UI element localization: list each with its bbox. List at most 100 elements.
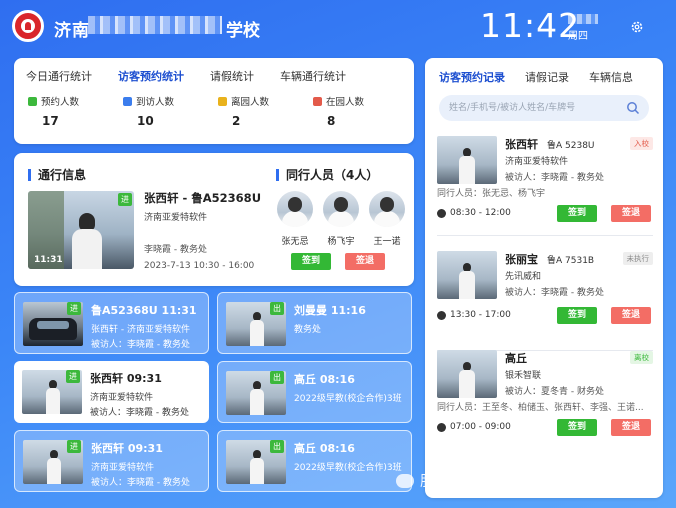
stat-left: 离园人数 2 (218, 94, 313, 128)
record-host: 被访人：夏冬青 - 财务处 (505, 387, 604, 397)
companion-name: 王一诺 (373, 237, 401, 247)
card-line-1: 2022级早教(校企合作)3班 (294, 463, 402, 473)
checkin-button[interactable]: 签到 (557, 307, 597, 324)
visit-date: 2023-7-13 10:30 - 16:00 (144, 261, 255, 271)
checkout-button[interactable]: 签退 (611, 205, 651, 222)
record-name: 高丘 (505, 352, 527, 365)
record-companions: 同行人员：张无忌、杨飞宇 (437, 189, 546, 199)
exit-tag: 出 (270, 440, 284, 453)
traffic-card[interactable]: 进 张西轩 09:31 济南亚爱特软件 被访人：李晓霞 - 教务处 (14, 430, 209, 492)
card-title: 张西轩 09:31 (90, 372, 162, 385)
checkin-button[interactable]: 签到 (291, 253, 331, 270)
clock-icon (437, 208, 446, 218)
status-badge: 离校 (630, 351, 653, 364)
companion: 张无忌 (276, 191, 314, 247)
tab-leave-stats[interactable]: 请假统计 (210, 68, 254, 84)
tab-leave-records[interactable]: 请假记录 (525, 69, 569, 85)
tab-today-traffic[interactable]: 今日通行统计 (26, 68, 92, 84)
record-plate: 鲁A 5238U (547, 141, 595, 151)
record-plate: 鲁A 7531B (547, 256, 595, 266)
date-mosaic (568, 14, 598, 24)
watermark: 服务号 · 校保-校园安全大脑 (396, 470, 599, 491)
checkout-button[interactable]: 签退 (345, 253, 385, 270)
search-input[interactable] (449, 100, 619, 116)
visitor-company: 济南亚爱特软件 (144, 213, 208, 223)
stats-tabs: 今日通行统计 访客预约统计 请假统计 车辆通行统计 (26, 68, 346, 84)
clock-icon (437, 310, 446, 320)
search-box (439, 95, 649, 121)
card-title: 刘曼曼 11:16 (294, 304, 366, 317)
traffic-card[interactable]: 出 高丘 08:16 2022级早教(校企合作)3班 (217, 361, 412, 423)
record-item[interactable]: 张西轩 鲁A 5238U 入校 济南亚爱特软件 被访人：李晓霞 - 教务处 同行… (437, 136, 653, 236)
card-line-1: 教务处 (294, 325, 322, 335)
card-title: 鲁A52368U 11:31 (91, 304, 197, 317)
record-time: 07:00 - 09:00 (450, 422, 511, 432)
record-item[interactable]: 高丘 离校 银禾智联 被访人：夏冬青 - 财务处 同行人员：王至冬、柏储玉、张西… (437, 350, 653, 450)
card-line-2: 被访人：李晓霞 - 教务处 (90, 408, 189, 418)
school-name-suffix: 学校 (226, 21, 260, 41)
companion-name: 杨飞宇 (327, 237, 355, 247)
visitor-name-plate: 张西轩 - 鲁A52368U (144, 191, 262, 205)
record-companions: 同行人员：王至冬、柏储玉、张西轩、李强、王诺... (437, 403, 644, 413)
traffic-card[interactable]: 进 鲁A52368U 11:31 张西轩 - 济南亚爱特软件 被访人：李晓霞 -… (14, 292, 209, 354)
record-name: 张西轩 (505, 138, 538, 151)
clock-time: 11:42 (480, 6, 581, 45)
record-time: 13:30 - 17:00 (450, 310, 511, 320)
stat-grid: 预约人数 17 到访人数 10 离园人数 2 在园人数 8 (28, 94, 408, 128)
record-time: 08:30 - 12:00 (450, 208, 511, 218)
checkout-button[interactable]: 签退 (611, 419, 651, 436)
status-badge: 未执行 (622, 252, 653, 265)
companion: 王一诺 (368, 191, 406, 247)
traffic-card[interactable]: 出 高丘 08:16 2022级早教(校企合作)3班 (217, 430, 412, 492)
card-line-1: 济南亚爱特软件 (91, 463, 155, 473)
entry-tag: 进 (67, 302, 81, 315)
school-logo (12, 10, 44, 42)
checkin-button[interactable]: 签到 (557, 419, 597, 436)
card-line-1: 济南亚爱特软件 (90, 393, 154, 403)
school-name-prefix: 济南 (54, 21, 90, 41)
stat-label: 离园人数 (231, 97, 270, 108)
entry-tag: 进 (67, 440, 81, 453)
tab-visitor-records[interactable]: 访客预约记录 (439, 69, 505, 85)
record-company: 银禾智联 (505, 371, 542, 381)
stat-booked: 预约人数 17 (28, 94, 123, 128)
visitor-host: 李晓霞 - 教务处 (144, 245, 207, 255)
visitor-records-panel: 访客预约记录 请假记录 车辆信息 张西轩 鲁A 5238U 入校 济南亚爱特软件… (425, 58, 663, 498)
companion: 杨飞宇 (322, 191, 360, 247)
traffic-card[interactable]: 出 刘曼曼 11:16 教务处 (217, 292, 412, 354)
header: 济南 学校 11:42 周四 (0, 0, 676, 54)
status-badge: 入校 (630, 137, 653, 150)
weekday: 周四 (568, 31, 588, 42)
card-title: 高丘 08:16 (294, 373, 355, 386)
record-time-row: 08:30 - 12:00 (437, 208, 511, 218)
traffic-card[interactable]: 进 张西轩 09:31 济南亚爱特软件 被访人：李晓霞 - 教务处 (14, 361, 209, 423)
card-line-1: 2022级早教(校企合作)3班 (294, 394, 402, 404)
companions-list: 张无忌 杨飞宇 王一诺 (276, 191, 406, 247)
tab-visitor-stats[interactable]: 访客预约统计 (118, 68, 184, 84)
record-company: 先讯威和 (505, 272, 542, 282)
companions-title: 同行人员（4人） (276, 169, 378, 181)
records-tabs: 访客预约记录 请假记录 车辆信息 (439, 69, 633, 85)
stat-label: 预约人数 (41, 97, 80, 108)
watermark-text: 服务号 · 校保-校园安全大脑 (420, 474, 599, 490)
exit-tag: 出 (270, 302, 284, 315)
record-host: 被访人：李晓霞 - 教务处 (505, 173, 604, 183)
traffic-info-panel: 通行信息 进 11:31 张西轩 - 鲁A52368U 济南亚爱特软件 李晓霞 … (14, 153, 414, 286)
person-thumbnail (437, 136, 497, 184)
booked-icon (28, 96, 37, 106)
checkout-button[interactable]: 签退 (611, 307, 651, 324)
gear-icon[interactable] (630, 19, 644, 33)
present-icon (313, 96, 322, 106)
stat-value: 10 (137, 114, 154, 128)
checkin-button[interactable]: 签到 (557, 205, 597, 222)
stat-arrived: 到访人数 10 (123, 94, 218, 128)
stat-value: 8 (327, 114, 336, 128)
card-line-2: 被访人：李晓霞 - 教务处 (91, 340, 190, 350)
search-icon[interactable] (626, 101, 640, 115)
card-title: 张西轩 09:31 (91, 442, 163, 455)
record-item[interactable]: 张丽宝 鲁A 7531B 未执行 先讯威和 被访人：李晓霞 - 教务处 13:3… (437, 251, 653, 351)
tab-vehicle-info[interactable]: 车辆信息 (589, 69, 633, 85)
record-time-row: 13:30 - 17:00 (437, 310, 511, 320)
tab-vehicle-stats[interactable]: 车辆通行统计 (280, 68, 346, 84)
avatar (369, 191, 405, 227)
